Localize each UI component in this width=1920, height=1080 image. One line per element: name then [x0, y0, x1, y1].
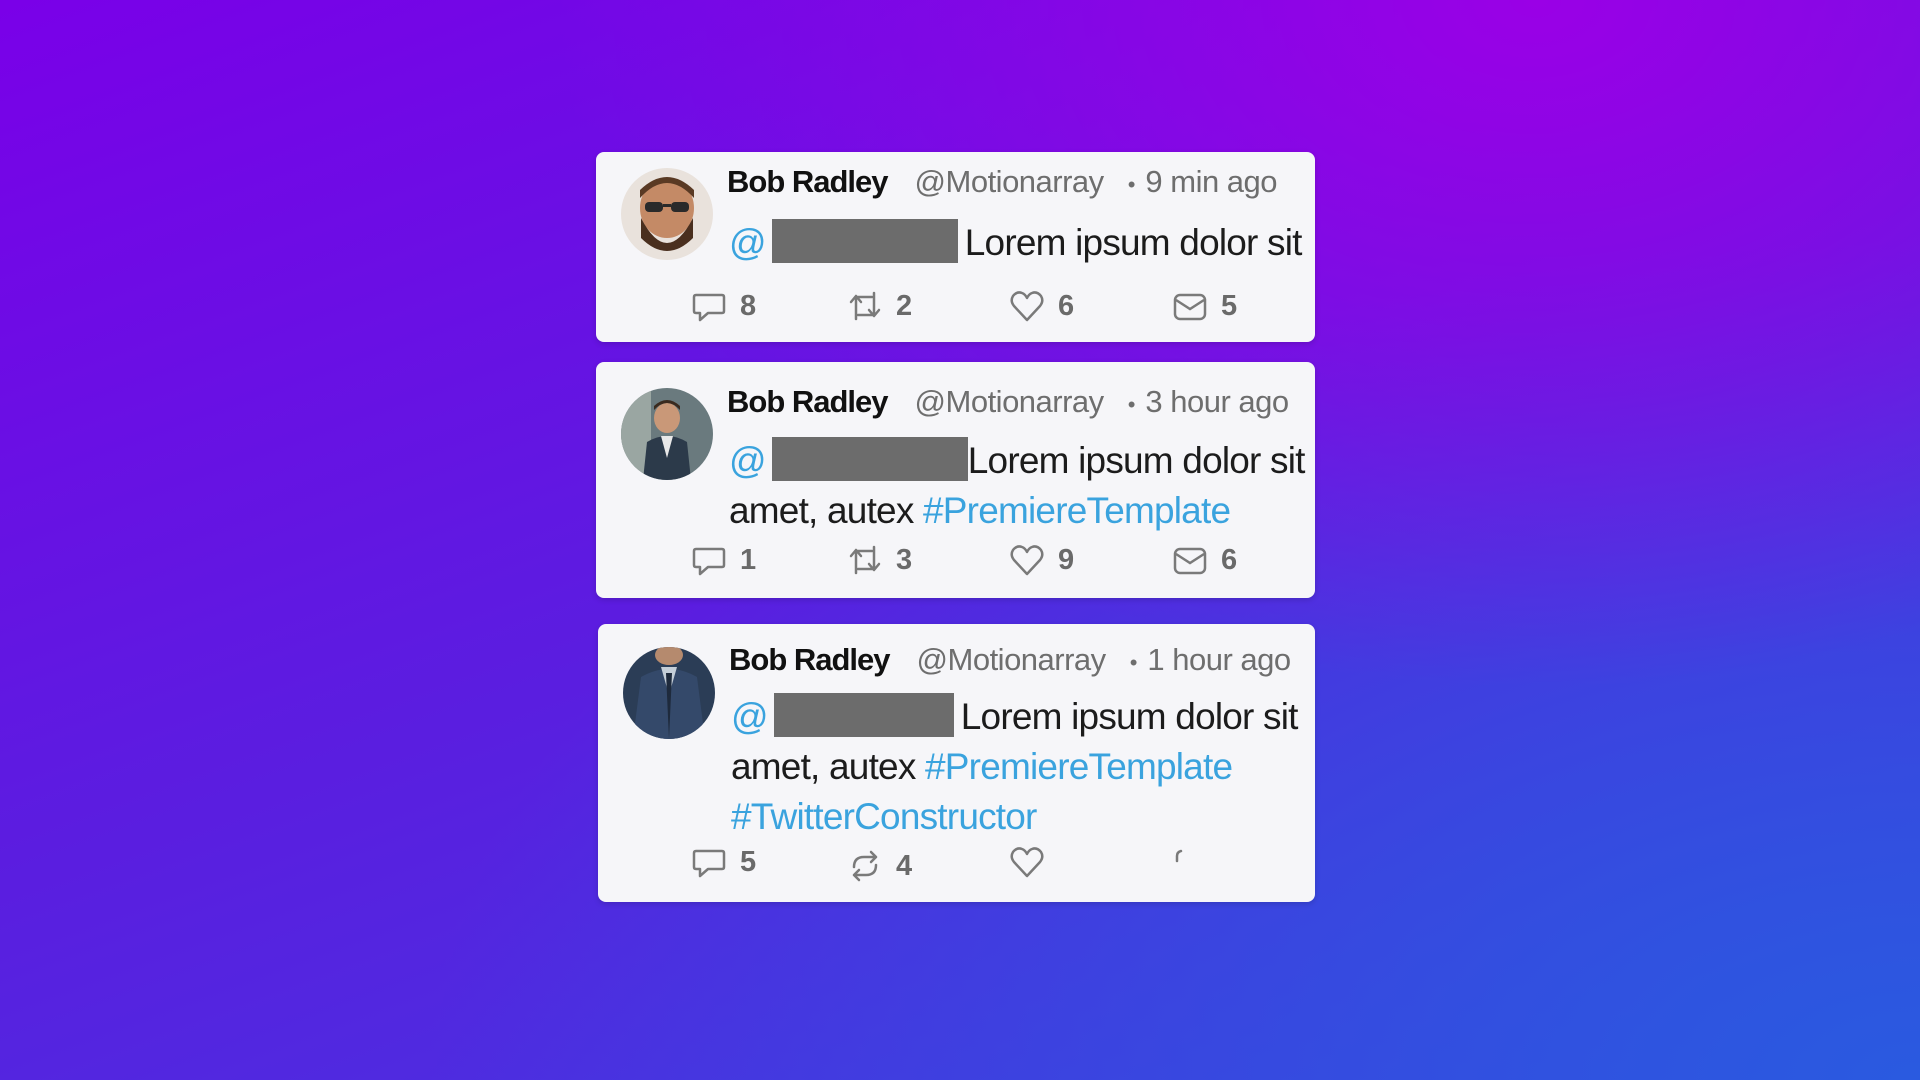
like-count: 6 — [1058, 289, 1075, 322]
avatar[interactable] — [623, 647, 715, 739]
reply-count: 1 — [740, 543, 757, 576]
reply-icon — [692, 547, 726, 576]
reply-button[interactable]: 1 — [690, 540, 756, 580]
separator-dot: • — [1127, 172, 1136, 197]
hashtag-link[interactable]: #PremiereTemplate — [925, 746, 1233, 787]
separator-dot: • — [1127, 392, 1136, 417]
avatar[interactable] — [621, 168, 713, 260]
author-handle[interactable]: @Motionarray — [915, 384, 1105, 420]
mail-icon — [1173, 547, 1207, 575]
hashtag-link[interactable]: #TwitterConstructor — [731, 796, 1037, 837]
like-count: 9 — [1058, 543, 1075, 576]
tweet-text: @ Lorem ipsum dolor sit amet, autex #Prem… — [731, 692, 1298, 842]
like-button[interactable]: 6 — [1008, 286, 1074, 326]
timestamp: 1 hour ago — [1147, 642, 1291, 677]
tweet-text-line: Lorem ipsum dolor sit — [960, 696, 1299, 737]
tweet-text-line: amet, autex — [729, 490, 924, 531]
tweet-text: @ Lorem ipsum dolor sit — [729, 218, 1302, 268]
tweet-card[interactable]: Bob Radley @Motionarray • 9 min ago @ Lor… — [596, 152, 1315, 342]
tweet-actions: 1 3 9 6 — [596, 540, 1315, 580]
tweet-text-line: Lorem ipsum dolor sit — [964, 222, 1303, 263]
mail-count: 5 — [1221, 289, 1238, 322]
tweet-text-line: Lorem ipsum dolor sit — [967, 440, 1306, 481]
tweet-card[interactable]: Bob Radley @Motionarray • 1 hour ago @ Lo… — [598, 624, 1315, 902]
retweet-button[interactable]: 2 — [846, 286, 912, 326]
tweet-header: Bob Radley @Motionarray • 1 hour ago — [729, 642, 1291, 682]
redacted-username — [771, 437, 968, 481]
mention-link[interactable]: @ — [731, 696, 769, 737]
author-name[interactable]: Bob Radley — [727, 384, 889, 420]
tweet-actions: 8 2 6 5 — [596, 286, 1315, 326]
retweet-button[interactable]: 3 — [846, 540, 912, 580]
like-button[interactable]: 9 — [1008, 540, 1074, 580]
hashtag-link[interactable]: #PremiereTemplate — [923, 490, 1231, 531]
mail-count: 6 — [1221, 543, 1238, 576]
mention-link[interactable]: @ — [729, 440, 767, 481]
tweet-card[interactable]: Bob Radley @Motionarray • 3 hour ago @ Lo… — [596, 362, 1315, 598]
tweet-header: Bob Radley @Motionarray • 3 hour ago — [727, 384, 1289, 424]
mail-button[interactable]: 5 — [1171, 286, 1237, 326]
retweet-icon — [849, 545, 881, 575]
redacted-username — [773, 693, 954, 737]
retweet-icon — [849, 291, 881, 321]
author-handle[interactable]: @Motionarray — [917, 642, 1107, 678]
mail-button[interactable]: 6 — [1171, 540, 1237, 580]
reply-count: 5 — [740, 845, 757, 878]
retweet-count: 3 — [896, 543, 913, 576]
retweet-icon — [852, 850, 878, 882]
tweet-text-line: amet, autex — [731, 746, 926, 787]
mail-icon — [1173, 293, 1207, 321]
like-icon — [1010, 291, 1044, 322]
tweet-header: Bob Radley @Motionarray • 9 min ago — [727, 164, 1278, 204]
timestamp: 9 min ago — [1145, 164, 1278, 199]
avatar[interactable] — [621, 388, 713, 480]
author-name[interactable]: Bob Radley — [729, 642, 891, 678]
reply-button[interactable]: 8 — [690, 286, 756, 326]
tweet-text: @ Lorem ipsum dolor sit amet, autex #Prem… — [729, 436, 1305, 536]
like-icon — [1010, 545, 1044, 576]
reply-icon — [692, 849, 726, 878]
mail-button[interactable] — [1171, 842, 1221, 882]
separator-dot: • — [1129, 650, 1138, 675]
retweet-count: 2 — [896, 289, 913, 322]
reply-icon — [692, 293, 726, 322]
reply-button[interactable]: 5 — [690, 842, 756, 882]
mail-icon — [1175, 849, 1183, 863]
reply-count: 8 — [740, 289, 757, 322]
retweet-button[interactable]: 4 — [846, 846, 912, 886]
like-button[interactable] — [1008, 842, 1058, 882]
timestamp: 3 hour ago — [1145, 384, 1289, 419]
redacted-username — [771, 219, 958, 263]
tweet-actions: 5 4 — [598, 842, 1315, 882]
mention-link[interactable]: @ — [729, 222, 767, 263]
author-handle[interactable]: @Motionarray — [915, 164, 1105, 200]
like-icon — [1010, 847, 1044, 878]
retweet-count: 4 — [896, 849, 913, 882]
author-name[interactable]: Bob Radley — [727, 164, 889, 200]
